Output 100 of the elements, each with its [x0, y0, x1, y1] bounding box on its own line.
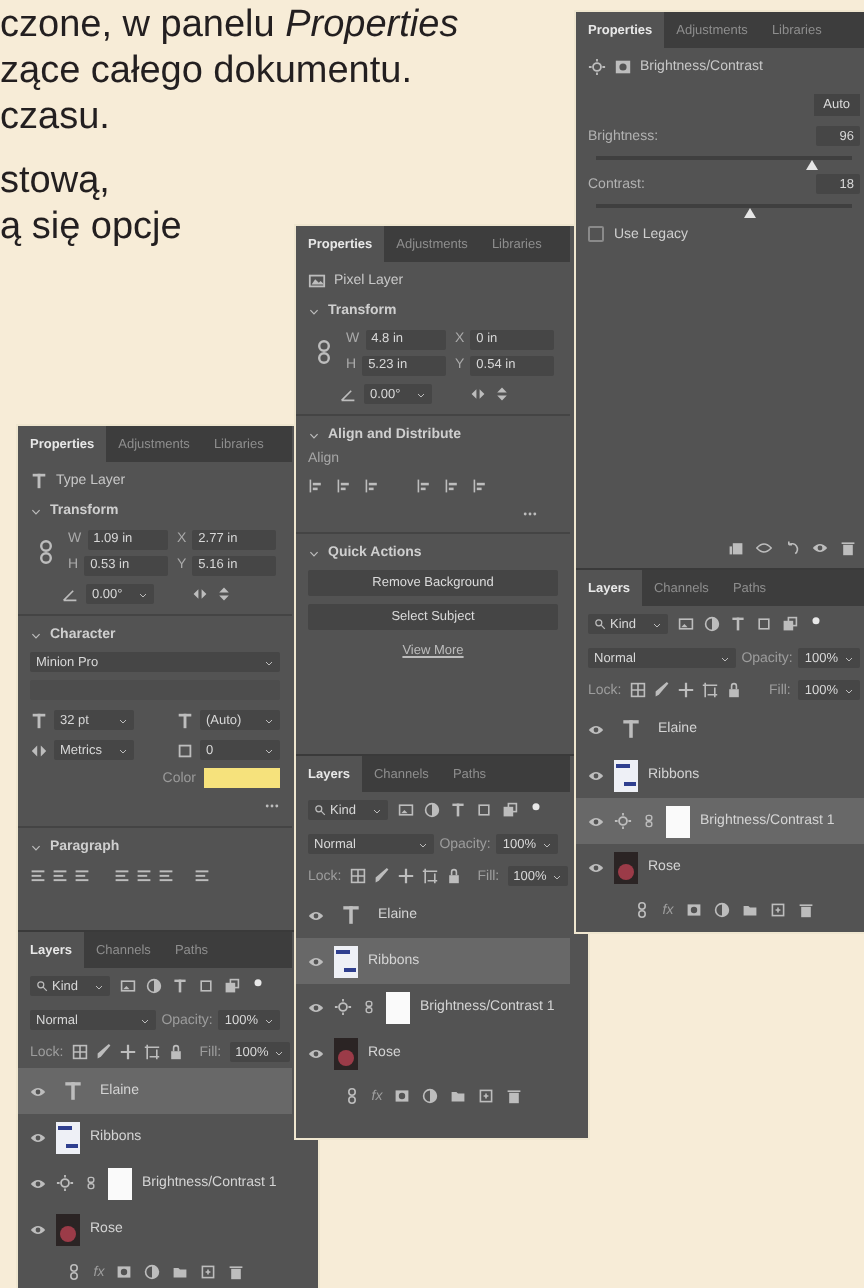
eye-icon[interactable] [588, 813, 604, 829]
artboard-icon[interactable] [143, 1044, 160, 1060]
angle-icon [340, 386, 356, 402]
align-left-icon[interactable] [308, 478, 324, 494]
type-layer-icon [62, 1080, 84, 1102]
checkbox[interactable] [588, 226, 604, 242]
folder-icon[interactable] [450, 1088, 467, 1104]
flip-horizontal-icon[interactable] [470, 386, 486, 402]
align-left-icon[interactable] [30, 868, 46, 884]
artboard-icon[interactable] [421, 868, 438, 884]
chevron-icon [308, 547, 320, 559]
trash-icon[interactable] [228, 1264, 245, 1280]
adjustment-filter-icon[interactable] [704, 616, 720, 632]
eye-icon[interactable] [30, 1175, 46, 1191]
adjustment-icon[interactable] [422, 1088, 439, 1104]
color-swatch[interactable] [204, 768, 280, 788]
flip-vertical-icon[interactable] [216, 586, 232, 602]
font-size-icon [30, 711, 48, 729]
angle-icon [62, 586, 78, 602]
pixel-filter-icon[interactable] [120, 978, 136, 994]
eye-icon[interactable] [308, 999, 324, 1015]
smart-object-filter-icon[interactable] [782, 616, 798, 632]
type-filter-icon[interactable] [172, 978, 188, 994]
slider-thumb[interactable] [743, 208, 756, 218]
photo-placeholder [334, 1037, 358, 1069]
adjustment-icon[interactable] [713, 902, 730, 918]
type-filter-icon[interactable] [730, 616, 746, 632]
chevron-icon [308, 305, 320, 317]
brush-icon[interactable] [95, 1044, 112, 1060]
eye-icon[interactable] [308, 953, 324, 969]
body-text: czone, w panelu Properties [0, 2, 459, 48]
type-filter-icon[interactable] [450, 802, 466, 818]
trash-icon[interactable] [506, 1088, 523, 1104]
brush-icon[interactable] [373, 868, 390, 884]
body-text: ą się opcje [0, 204, 182, 250]
reset-icon[interactable] [784, 540, 800, 556]
flip-horizontal-icon[interactable] [192, 586, 208, 602]
kerning-icon [30, 741, 48, 759]
adjustment-filter-icon[interactable] [424, 802, 440, 818]
eye-icon[interactable] [30, 1129, 46, 1145]
link-icon [312, 340, 336, 364]
new-layer-icon[interactable] [769, 902, 786, 918]
shape-filter-icon[interactable] [756, 616, 772, 632]
visibility-icon[interactable] [812, 540, 828, 556]
eye-icon[interactable] [30, 1221, 46, 1237]
shape-filter-icon[interactable] [198, 978, 214, 994]
new-layer-icon[interactable] [478, 1088, 495, 1104]
smart-object-filter-icon[interactable] [224, 978, 240, 994]
eye-icon[interactable] [30, 1083, 46, 1099]
type-layer-icon [340, 904, 362, 926]
mask-icon[interactable] [116, 1264, 133, 1280]
chain-icon [642, 814, 656, 828]
move-icon[interactable] [397, 868, 414, 884]
folder-icon[interactable] [741, 902, 758, 918]
lock-icon[interactable] [725, 682, 742, 698]
artboard-icon[interactable] [701, 682, 718, 698]
photo-placeholder [56, 1213, 80, 1245]
eye-icon[interactable] [308, 907, 324, 923]
mask-icon[interactable] [685, 902, 702, 918]
eye-icon[interactable] [588, 721, 604, 737]
chevron-icon [30, 841, 42, 853]
chevron-icon [308, 429, 320, 441]
lock-icon[interactable] [445, 868, 462, 884]
move-icon[interactable] [677, 682, 694, 698]
clip-to-layer-icon[interactable] [728, 540, 744, 556]
layer-thumbnail [614, 759, 638, 791]
body-text: czasu. [0, 94, 110, 140]
view-previous-icon[interactable] [756, 540, 772, 556]
mask-icon[interactable] [394, 1088, 411, 1104]
mask-thumbnail [386, 991, 410, 1023]
pixel-filter-icon[interactable] [398, 802, 414, 818]
shape-filter-icon[interactable] [476, 802, 492, 818]
new-layer-icon[interactable] [200, 1264, 217, 1280]
body-text: stową, [0, 158, 110, 204]
link-icon[interactable] [343, 1088, 360, 1104]
eye-icon[interactable] [308, 1045, 324, 1061]
link-icon [34, 540, 58, 564]
pixel-filter-icon[interactable] [678, 616, 694, 632]
adjustment-filter-icon[interactable] [146, 978, 162, 994]
body-text: zące całego dokumentu. [0, 48, 412, 94]
eye-icon[interactable] [588, 859, 604, 875]
link-icon[interactable] [634, 902, 651, 918]
trash-icon[interactable] [797, 902, 814, 918]
smart-object-filter-icon[interactable] [502, 802, 518, 818]
brush-icon[interactable] [653, 682, 670, 698]
lock-pixels-icon[interactable] [629, 682, 646, 698]
brightness-icon [614, 812, 632, 830]
type-layer-icon [30, 471, 48, 489]
trash-icon[interactable] [840, 540, 856, 556]
eye-icon[interactable] [588, 767, 604, 783]
folder-icon[interactable] [172, 1264, 189, 1280]
flip-vertical-icon[interactable] [494, 386, 510, 402]
chain-icon [362, 1000, 376, 1014]
lock-pixels-icon[interactable] [349, 868, 366, 884]
adjustment-icon[interactable] [144, 1264, 161, 1280]
lock-pixels-icon[interactable] [71, 1044, 88, 1060]
lock-icon[interactable] [167, 1044, 184, 1060]
link-icon[interactable] [65, 1264, 82, 1280]
move-icon[interactable] [119, 1044, 136, 1060]
chain-icon [84, 1176, 98, 1190]
